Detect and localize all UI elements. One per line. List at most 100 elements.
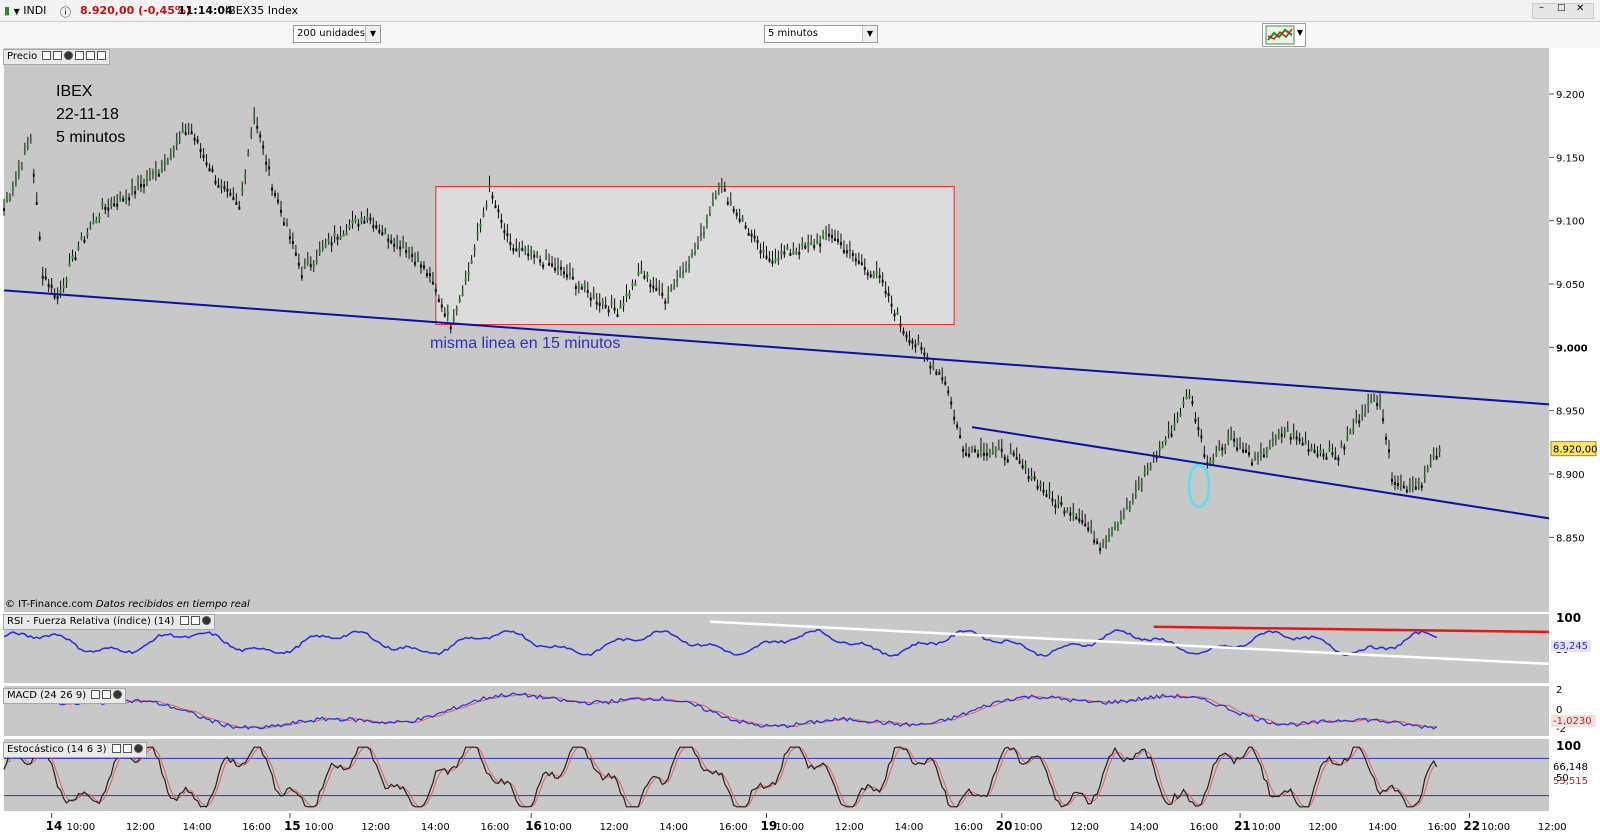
price-body	[256, 125, 259, 129]
price-body	[574, 286, 577, 290]
price-body	[1405, 489, 1408, 493]
price-body	[157, 173, 160, 177]
price-body	[1111, 532, 1114, 536]
window-icon[interactable]	[102, 690, 112, 699]
price-body	[1429, 462, 1432, 466]
close-icon[interactable]	[64, 51, 74, 60]
price-body	[339, 236, 342, 240]
window-controls[interactable]: – □ ✕	[1532, 2, 1594, 19]
price-body	[1352, 428, 1355, 432]
price-body	[542, 264, 545, 268]
price-body	[1096, 541, 1099, 545]
price-body	[571, 276, 574, 280]
wrench-icon[interactable]	[91, 690, 101, 699]
price-body	[1072, 512, 1075, 516]
price-body	[479, 224, 482, 228]
units-select[interactable]: 200 unidades ▼	[293, 25, 381, 43]
price-body	[455, 308, 458, 312]
wrench-icon[interactable]	[42, 51, 52, 60]
window-icon[interactable]	[53, 51, 63, 60]
price-body	[1298, 438, 1301, 442]
price-body	[1108, 533, 1111, 537]
price-body	[592, 294, 595, 298]
price-body	[985, 452, 988, 456]
price-body	[792, 251, 795, 255]
window-icon[interactable]	[190, 616, 200, 625]
price-body	[1042, 489, 1045, 493]
price-body	[452, 317, 455, 321]
macd-panel-title[interactable]: MACD (24 26 9)	[3, 688, 127, 704]
price-body	[1143, 471, 1146, 475]
price-body	[306, 260, 309, 264]
instrument-dropdown[interactable]: ▮ ▼ INDI	[4, 4, 46, 17]
price-body	[1018, 460, 1021, 464]
price-body	[705, 219, 708, 223]
price-panel-title[interactable]: Precio	[3, 49, 111, 65]
window-icon[interactable]	[122, 744, 132, 753]
stoch-panel-title[interactable]: Estocástico (14 6 3)	[3, 742, 147, 758]
price-body	[428, 273, 431, 277]
interval-select[interactable]: 5 minutos ▼	[764, 25, 878, 43]
info-icon[interactable]: ⓘ	[60, 4, 71, 20]
maximize-icon[interactable]: □	[1557, 3, 1566, 13]
close-icon[interactable]	[133, 744, 143, 753]
price-body	[765, 255, 768, 259]
chart-toolbar: 200 unidades ▼ 5 minutos ▼ ▼	[0, 22, 1600, 48]
price-body	[1432, 454, 1435, 458]
paste-icon[interactable]	[97, 51, 107, 60]
price-body	[44, 276, 47, 280]
price-body	[813, 245, 816, 249]
copy-icon[interactable]	[86, 51, 96, 60]
price-body	[95, 219, 98, 223]
price-body	[711, 201, 714, 205]
price-body	[527, 253, 530, 257]
x-time-label: 12:00	[1070, 822, 1099, 833]
price-change: 8.920,00 (-0,45%)	[80, 4, 191, 17]
price-body	[524, 248, 527, 252]
chart-type-button[interactable]: ▼	[1262, 23, 1306, 47]
price-body	[303, 265, 306, 269]
price-panel-label: Precio	[7, 51, 38, 62]
price-body	[1003, 456, 1006, 460]
chart-annotation-note: misma linea en 15 minutos	[430, 335, 621, 352]
price-body	[250, 133, 253, 137]
price-body	[673, 285, 676, 289]
price-body	[723, 188, 726, 192]
rsi-panel-title[interactable]: RSI - Fuerza Relativa (índice) (14)	[3, 614, 215, 630]
price-body	[354, 218, 357, 222]
price-body	[431, 281, 434, 285]
price-body	[473, 247, 476, 251]
price-body	[1063, 510, 1066, 514]
price-body	[676, 279, 679, 283]
close-icon[interactable]	[113, 690, 123, 699]
price-body	[131, 186, 134, 190]
annotation-line-2: 22-11-18	[56, 106, 119, 123]
macd-panel-label: MACD (24 26 9)	[7, 690, 87, 701]
price-body	[1048, 491, 1051, 495]
price-body	[720, 185, 723, 189]
chart-area[interactable]: 9.200 9.150 9.100 9.050 9.000 8.950 8.900 8.850…	[0, 48, 1600, 840]
price-body	[1411, 483, 1414, 487]
close-icon[interactable]: ✕	[1576, 3, 1584, 14]
price-body	[14, 178, 17, 182]
price-body	[694, 251, 697, 255]
price-body	[682, 270, 685, 274]
price-body	[193, 137, 196, 141]
price-body	[1149, 465, 1152, 469]
close-icon[interactable]	[201, 616, 211, 625]
add-icon[interactable]	[75, 51, 85, 60]
price-body	[991, 450, 994, 454]
price-body	[744, 225, 747, 229]
price-body	[893, 313, 896, 317]
minimize-icon[interactable]: –	[1539, 2, 1544, 13]
price-body	[851, 253, 854, 257]
price-body	[1262, 454, 1265, 458]
price-body	[38, 236, 41, 240]
price-body	[1084, 523, 1087, 527]
wrench-icon[interactable]	[179, 616, 189, 625]
price-body	[1304, 441, 1307, 445]
wrench-icon[interactable]	[111, 744, 121, 753]
price-body	[1277, 432, 1280, 436]
price-body	[125, 196, 128, 200]
price-body	[971, 448, 974, 452]
